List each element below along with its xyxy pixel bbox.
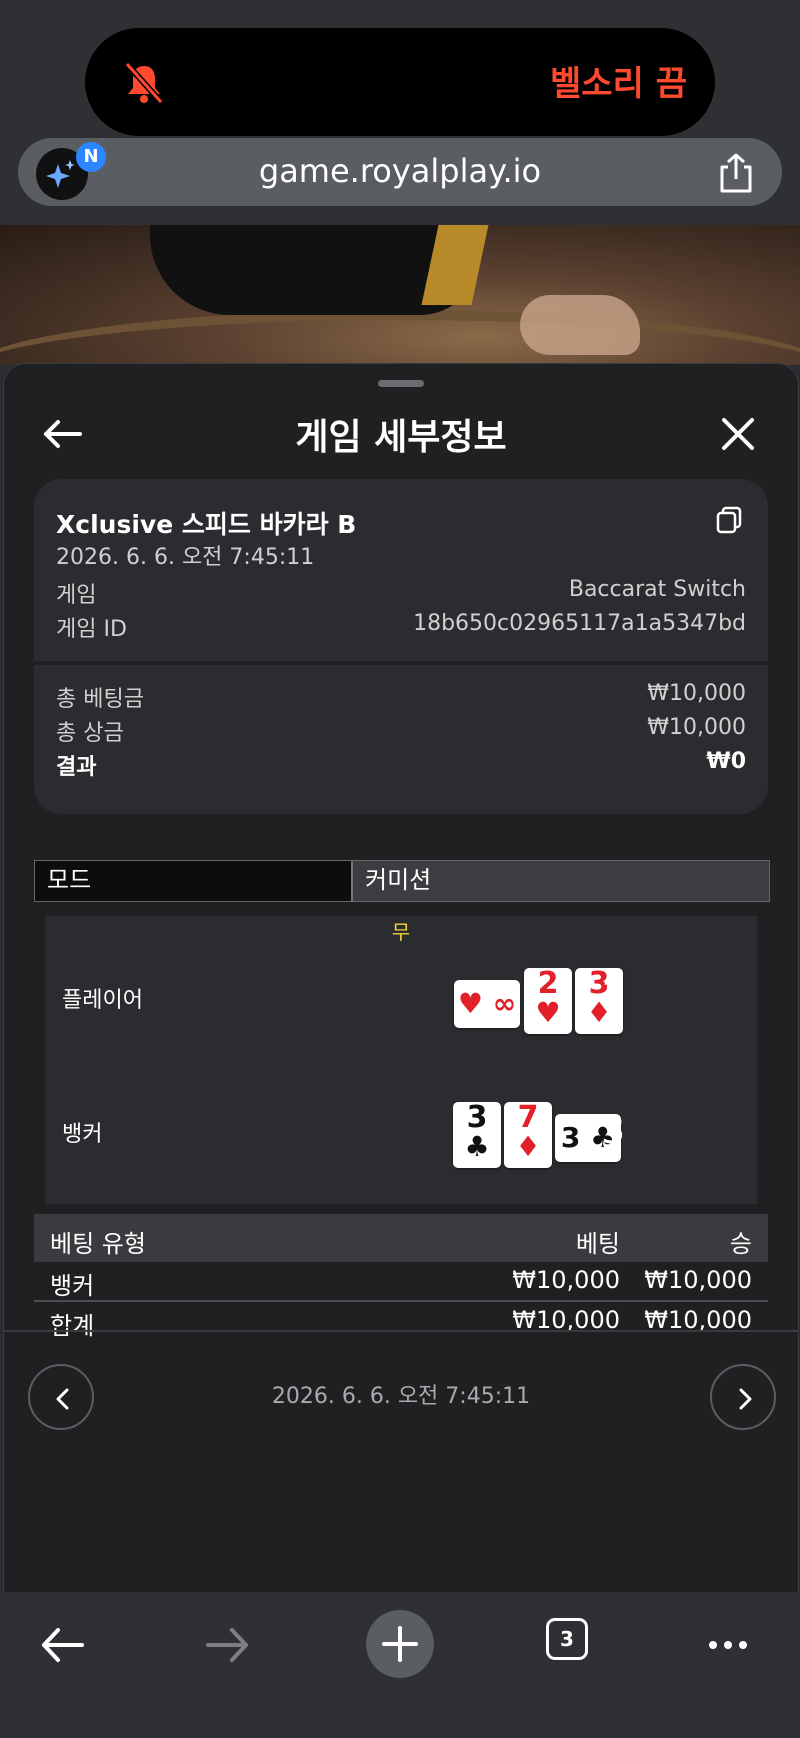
tab-switcher-button[interactable]: 3 bbox=[546, 1618, 588, 1660]
banker-card-1: 3 ♣ bbox=[453, 1102, 501, 1168]
col-bet-amount: 베팅 bbox=[575, 1230, 620, 1258]
table-row: 뱅커 ₩10,000 ₩10,000 bbox=[34, 1262, 768, 1300]
table-total-row: 합계 ₩10,000 ₩10,000 bbox=[34, 1302, 768, 1340]
card-divider bbox=[34, 661, 768, 665]
game-datetime: 2026. 6. 6. 오전 7:45:11 bbox=[56, 545, 315, 570]
card-rank: 3 bbox=[560, 1121, 581, 1154]
more-options-icon[interactable] bbox=[700, 1610, 770, 1680]
total-bet-value: ₩10,000 bbox=[647, 681, 746, 706]
banker-card-2: 7 ♦ bbox=[504, 1102, 552, 1168]
notification-island: 벨소리 끔 bbox=[85, 28, 715, 136]
card-suit: ♦ bbox=[515, 1130, 541, 1163]
game-id-value: 18b650c02965117a1a5347bd bbox=[413, 611, 746, 636]
win-amount: ₩10,000 bbox=[644, 1266, 752, 1294]
player-label: 플레이어 bbox=[62, 988, 143, 1013]
card-suit: ♥ bbox=[457, 987, 484, 1020]
plus-icon bbox=[382, 1626, 418, 1662]
copy-icon[interactable] bbox=[714, 505, 744, 535]
bet-amount: ₩10,000 bbox=[512, 1266, 620, 1294]
banker-label: 뱅커 bbox=[62, 1122, 103, 1147]
total-label: 합계 bbox=[50, 1312, 95, 1340]
result-label: 결과 bbox=[56, 755, 97, 780]
card-suit: ♥ bbox=[535, 996, 561, 1029]
col-bet-type: 베팅 유형 bbox=[50, 1230, 146, 1258]
game-type-value: Baccarat Switch bbox=[568, 577, 746, 602]
col-win-amount: 승 bbox=[729, 1230, 752, 1258]
mode-bar: 모드 커미션 bbox=[34, 860, 770, 902]
player-card-2: 2 ♥ bbox=[524, 968, 572, 1034]
footer-datetime: 2026. 6. 6. 오전 7:45:11 bbox=[271, 1384, 531, 1409]
browser-bottom-toolbar: 3 bbox=[0, 1592, 800, 1738]
new-tab-button[interactable] bbox=[366, 1610, 434, 1678]
browser-back-icon[interactable] bbox=[36, 1610, 106, 1680]
game-info-card: Xclusive 스피드 바카라 B 2026. 6. 6. 오전 7:45:1… bbox=[34, 479, 768, 814]
sheet-header: 게임 세부정보 bbox=[4, 394, 798, 474]
total-bet-label: 총 베팅금 bbox=[56, 687, 144, 712]
dealer-hand bbox=[520, 295, 640, 355]
share-icon[interactable] bbox=[716, 152, 756, 194]
mode-value: 커미션 bbox=[353, 861, 769, 901]
address-bar[interactable]: N game.royalplay.io bbox=[18, 138, 782, 206]
sheet-title: 게임 세부정보 bbox=[295, 417, 507, 458]
mode-label: 모드 bbox=[35, 861, 353, 901]
table-edge bbox=[0, 310, 800, 365]
round-result-panel: 무 플레이어 ♥ ∞ 2 ♥ 3 ♦ 3 뱅커 3 ♣ 7 ♦ 3 ♣ 3 bbox=[45, 916, 757, 1204]
game-details-sheet: 게임 세부정보 Xclusive 스피드 바카라 B 2026. 6. 6. 오… bbox=[3, 363, 799, 1595]
banker-score: 3 bbox=[601, 1108, 626, 1152]
result-value: ₩0 bbox=[706, 749, 746, 774]
url-text[interactable]: game.royalplay.io bbox=[18, 152, 782, 190]
browser-forward-icon[interactable] bbox=[196, 1610, 266, 1680]
game-name: Xclusive 스피드 바카라 B bbox=[56, 510, 357, 539]
total-prize-value: ₩10,000 bbox=[647, 715, 746, 740]
footer-divider bbox=[4, 1330, 798, 1332]
card-suit: ♣ bbox=[464, 1130, 490, 1163]
chevron-right-icon bbox=[739, 1388, 752, 1410]
player-card-1: ♥ ∞ bbox=[454, 980, 520, 1028]
bets-table-header: 베팅 유형 베팅 승 bbox=[34, 1214, 768, 1262]
live-video-background bbox=[0, 225, 800, 365]
game-id-label: 게임 ID bbox=[56, 617, 127, 642]
bet-type: 뱅커 bbox=[50, 1272, 95, 1300]
next-round-button[interactable] bbox=[710, 1364, 776, 1430]
game-type-label: 게임 bbox=[56, 583, 97, 608]
close-icon[interactable] bbox=[710, 406, 766, 462]
total-prize-label: 총 상금 bbox=[56, 721, 124, 746]
round-outcome: 무 bbox=[391, 920, 411, 944]
sheet-drag-handle[interactable] bbox=[378, 380, 424, 387]
card-rank: ∞ bbox=[492, 987, 517, 1020]
player-score: 3 bbox=[601, 974, 626, 1018]
silent-mode-text: 벨소리 끔 bbox=[550, 64, 687, 104]
bell-slash-icon bbox=[124, 61, 164, 105]
browser-top-bar: 벨소리 끔 N game.royalplay.io bbox=[0, 0, 800, 225]
